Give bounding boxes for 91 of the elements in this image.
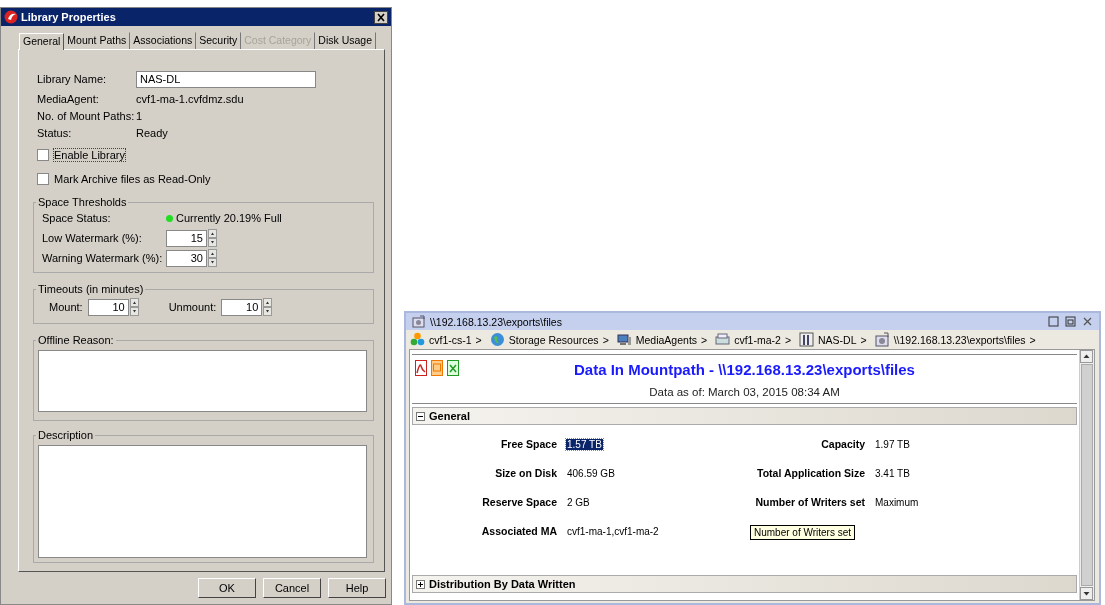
breadcrumb-item[interactable]: Storage Resources <box>508 333 599 346</box>
watermark-label: Warning Watermark (%): <box>42 252 164 264</box>
tab[interactable]: Disk Usage <box>315 32 376 49</box>
checkbox-label[interactable]: Enable Library <box>53 148 126 162</box>
computer-icon <box>616 332 632 347</box>
property-label: Associated MA <box>480 525 557 537</box>
property-value: 3.41 TB <box>874 468 911 479</box>
library-icon <box>799 332 815 347</box>
property-value: 2 GB <box>566 497 591 508</box>
property-label: Total Application Size <box>756 467 865 479</box>
property-label: Capacity <box>820 438 865 450</box>
property-value: 406.59 GB <box>566 468 616 479</box>
spin-arrows-icon[interactable] <box>129 298 139 316</box>
offline-reason-field[interactable] <box>38 350 367 412</box>
space-status-value: Currently 20.19% Full <box>176 212 282 224</box>
scroll-down-icon[interactable] <box>1080 587 1093 600</box>
breadcrumb-separator[interactable]: > <box>1029 333 1036 346</box>
spin-field[interactable]: 15 <box>166 229 207 247</box>
property-label: Free Space <box>499 438 557 450</box>
dialog-button[interactable]: Cancel <box>263 578 321 598</box>
close-icon[interactable] <box>374 10 388 24</box>
library-name-field[interactable]: NAS-DL <box>136 70 316 88</box>
spreadsheet-icon[interactable] <box>447 360 459 376</box>
timeout-label: Mount: <box>49 301 83 313</box>
tab[interactable]: Mount Paths <box>64 32 131 49</box>
report-timestamp: Data as of: March 03, 2015 08:34 AM <box>649 386 840 398</box>
spin-field[interactable]: 10 <box>87 298 129 316</box>
breadcrumb-separator[interactable]: > <box>784 333 792 346</box>
tab[interactable]: General <box>19 33 65 50</box>
breadcrumb-separator[interactable]: > <box>602 333 609 346</box>
description-field[interactable] <box>38 445 367 558</box>
group-title: Offline Reason: <box>37 334 115 346</box>
maximize-icon[interactable] <box>1048 316 1059 327</box>
breadcrumb-separator[interactable]: > <box>475 333 482 346</box>
pdf-icon[interactable] <box>415 360 427 376</box>
checkbox[interactable] <box>37 149 49 161</box>
window-title: Library Properties <box>21 11 117 23</box>
field-label: MediaAgent: <box>37 93 100 105</box>
watermark-label: Low Watermark (%): <box>42 232 143 244</box>
group-title: Timeouts (in minutes) <box>37 283 145 295</box>
spin-arrows-icon[interactable] <box>263 298 273 316</box>
restore-icon[interactable] <box>1065 316 1076 327</box>
globe-icon <box>489 332 505 347</box>
breadcrumb-separator[interactable]: > <box>860 333 867 346</box>
property-value: Maximum <box>874 497 920 508</box>
field-value: Ready <box>136 127 168 139</box>
vertical-scrollbar[interactable] <box>1079 350 1094 600</box>
checkbox[interactable] <box>37 173 49 185</box>
spin-field[interactable]: 10 <box>221 298 263 316</box>
field-value: cvf1-ma-1.cvfdmz.sdu <box>136 93 244 105</box>
collapse-icon[interactable] <box>416 411 425 421</box>
field-label: Library Name: <box>37 73 108 85</box>
scroll-up-icon[interactable] <box>1080 350 1093 363</box>
field-label: Status: <box>37 127 73 139</box>
group-title: Space Thresholds <box>37 196 128 208</box>
property-value: cvf1-ma-1,cvf1-ma-2 <box>566 526 660 537</box>
spin-arrows-icon[interactable] <box>208 249 217 267</box>
section-header[interactable]: General <box>412 407 1077 425</box>
window-title: \\192.168.13.23\exports\files <box>430 315 563 328</box>
timeout-label: Unmount: <box>168 301 217 313</box>
group-title: Description <box>37 429 95 441</box>
expand-icon[interactable] <box>416 579 425 589</box>
dialog-button[interactable]: OK <box>198 578 256 598</box>
circles-icon <box>410 332 425 347</box>
property-value: 1.57 TB <box>566 439 603 450</box>
mountpath-icon <box>412 315 425 328</box>
breadcrumb-item[interactable]: NAS-DL <box>818 333 857 346</box>
property-label: Reserve Space <box>481 496 557 508</box>
breadcrumb-item[interactable]: \\192.168.13.23\exports\files <box>893 333 1026 346</box>
breadcrumb-separator[interactable]: > <box>701 333 708 346</box>
breadcrumb-item[interactable]: MediaAgents <box>635 333 698 346</box>
breadcrumb-item[interactable]: cvf1-ma-2 <box>734 333 781 346</box>
section-header[interactable]: Distribution By Data Written <box>412 575 1077 593</box>
breadcrumb-item[interactable]: cvf1-cs-1 <box>429 333 472 346</box>
field-label: No. of Mount Paths: <box>37 110 136 122</box>
spin-arrows-icon[interactable] <box>208 229 217 247</box>
field-value: 1 <box>136 110 143 122</box>
property-value: 1.97 TB <box>874 439 911 450</box>
tab[interactable]: Associations <box>130 32 197 49</box>
tooltip: Number of Writers set <box>750 525 856 540</box>
space-status-label: Space Status: <box>42 212 112 224</box>
mountpath-icon <box>874 332 890 347</box>
report-title: Data In Mountpath - \\192.168.13.23\exports\files <box>574 361 915 378</box>
app-logo-icon <box>4 10 18 24</box>
server-icon <box>715 332 731 347</box>
spin-field[interactable]: 30 <box>166 249 207 267</box>
dialog-button[interactable]: Help <box>328 578 386 598</box>
property-label: Number of Writers set <box>754 496 865 508</box>
tab[interactable]: Security <box>196 32 242 49</box>
property-label: Size on Disk <box>494 467 557 479</box>
checkbox-label[interactable]: Mark Archive files as Read-Only <box>53 172 212 186</box>
